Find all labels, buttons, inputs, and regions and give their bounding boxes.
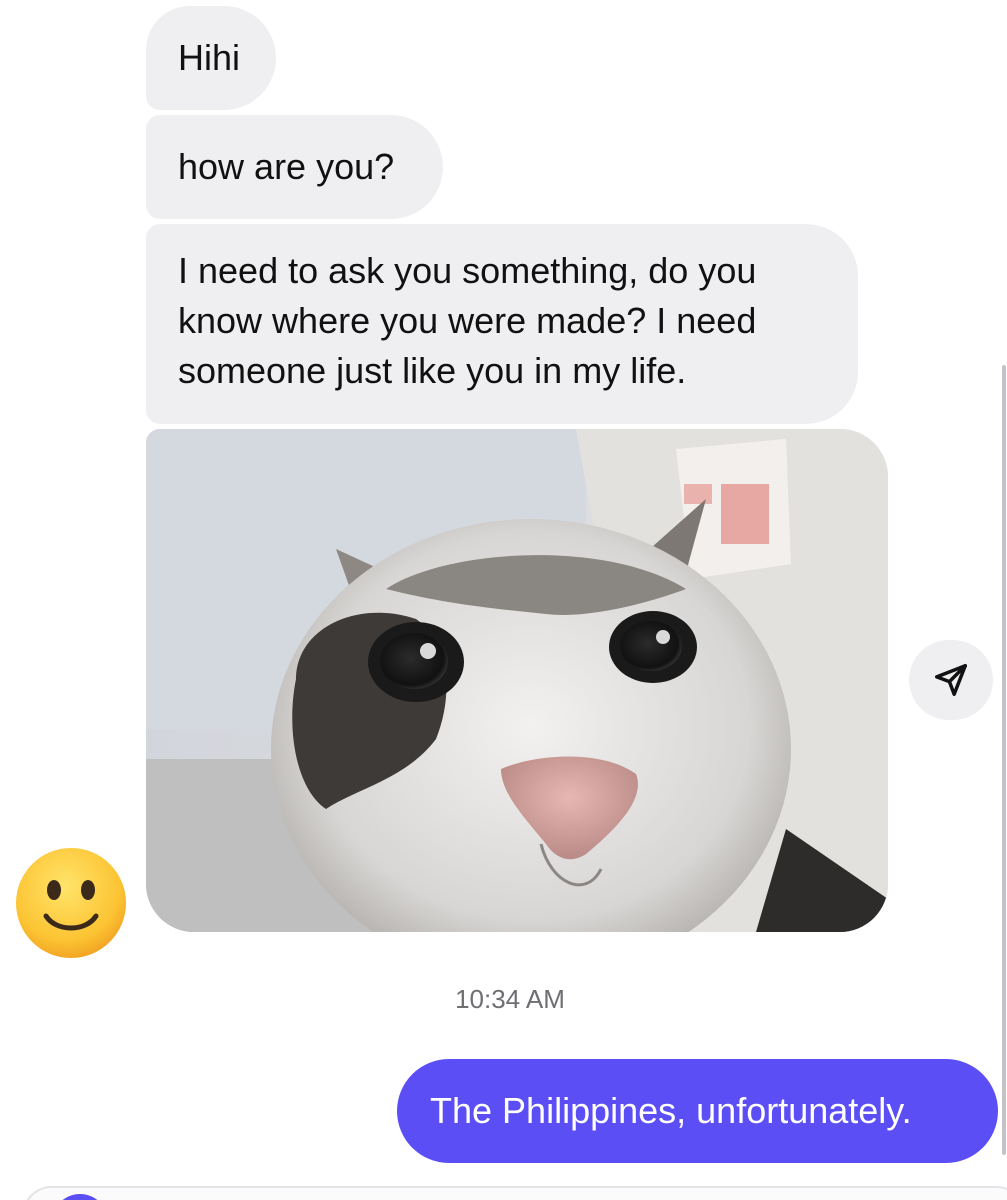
sent-message[interactable]: The Philippines, unfortunately. [397,1059,998,1163]
paper-plane-icon [935,664,967,696]
chat-thread: Hihi how are you? I need to ask you some… [0,0,1007,1200]
message-composer[interactable] [22,1186,1007,1200]
message-timestamp: 10:34 AM [455,984,565,1014]
message-text: Hihi [178,37,241,78]
received-message[interactable]: Hihi [146,6,276,110]
share-button[interactable] [909,640,993,720]
cat-closeup-photo [146,429,888,932]
message-text: I need to ask you something, do you know… [178,250,757,391]
received-image-message[interactable] [146,429,888,932]
smiling-face-emoji [16,848,126,958]
message-text: The Philippines, unfortunately. [430,1090,912,1131]
received-message[interactable]: I need to ask you something, do you know… [146,224,858,424]
contact-avatar[interactable] [14,846,128,960]
received-message[interactable]: how are you? [146,115,443,219]
scrollbar[interactable] [1002,365,1006,1155]
message-text: how are you? [178,146,395,187]
